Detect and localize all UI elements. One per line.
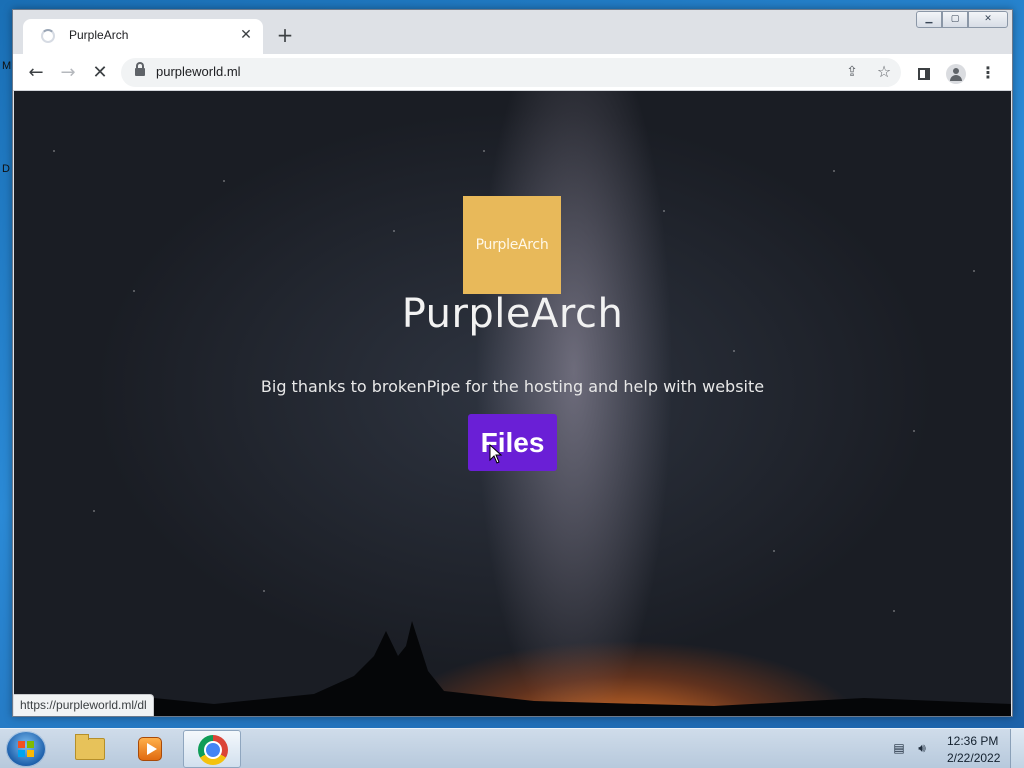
close-window-button[interactable]: ✕ [968, 11, 1008, 28]
bookmark-star-icon[interactable]: ☆ [873, 61, 895, 83]
page-viewport: PurpleArch PurpleArch Big thanks to brok… [14, 91, 1011, 716]
link-status-url: https://purpleworld.ml/dl [14, 694, 154, 716]
maximize-button[interactable]: ▢ [942, 11, 968, 28]
share-icon[interactable]: ⇪ [841, 61, 863, 83]
lock-icon[interactable] [135, 62, 145, 78]
taskbar-media-player[interactable] [122, 730, 180, 768]
forward-button[interactable]: → [55, 60, 81, 86]
new-tab-button[interactable]: + [273, 24, 297, 48]
desktop-icon-label: D [2, 163, 10, 175]
folder-icon [75, 734, 105, 760]
tab-purplearch[interactable]: PurpleArch ✕ [23, 19, 263, 54]
site-logo: PurpleArch [463, 196, 561, 294]
show-desktop-button[interactable] [1010, 729, 1024, 768]
tab-title: PurpleArch [69, 28, 129, 42]
tab-strip: PurpleArch ✕ + ▁ ▢ ✕ [13, 10, 1012, 54]
page-title: PurpleArch [401, 291, 624, 337]
clock-date[interactable]: 2/22/2022 [947, 751, 1000, 765]
volume-icon[interactable]: 🔊︎ [914, 741, 930, 755]
url-text[interactable]: purpleworld.ml [156, 64, 241, 79]
taskbar-explorer[interactable] [60, 730, 118, 768]
profile-avatar-icon[interactable] [943, 60, 969, 86]
address-bar[interactable]: purpleworld.ml ⇪ ☆ [121, 58, 901, 87]
mouse-cursor-icon [489, 444, 503, 464]
taskbar-chrome[interactable] [183, 730, 241, 768]
files-button[interactable]: Files [468, 414, 557, 471]
back-button[interactable]: ← [23, 60, 49, 86]
menu-kebab-icon[interactable]: ⋮ [975, 60, 1001, 86]
taskbar: ▤ 🔊︎ 12:36 PM 2/22/2022 [0, 728, 1024, 768]
tree-silhouette [14, 621, 1011, 716]
logo-text: PurpleArch [475, 237, 549, 253]
network-icon[interactable]: ▤ [891, 741, 907, 755]
stop-loading-button[interactable]: ✕ [87, 60, 113, 86]
chrome-icon [198, 735, 228, 765]
desktop-icon-label: M [2, 60, 12, 72]
browser-window: PurpleArch ✕ + ▁ ▢ ✕ ← → ✕ purpleworld.m… [12, 9, 1013, 717]
page-tagline: Big thanks to brokenPipe for the hosting… [260, 377, 765, 396]
side-panel-icon[interactable] [911, 60, 937, 86]
start-button[interactable] [6, 731, 46, 767]
clock-time[interactable]: 12:36 PM [947, 734, 998, 748]
minimize-button[interactable]: ▁ [916, 11, 942, 28]
browser-toolbar: ← → ✕ purpleworld.ml ⇪ ☆ ⋮ [13, 54, 1012, 91]
windows-logo-icon [18, 741, 34, 757]
tab-close-icon[interactable]: ✕ [237, 26, 255, 44]
media-player-icon [138, 737, 162, 761]
loading-spinner-icon [41, 29, 55, 43]
